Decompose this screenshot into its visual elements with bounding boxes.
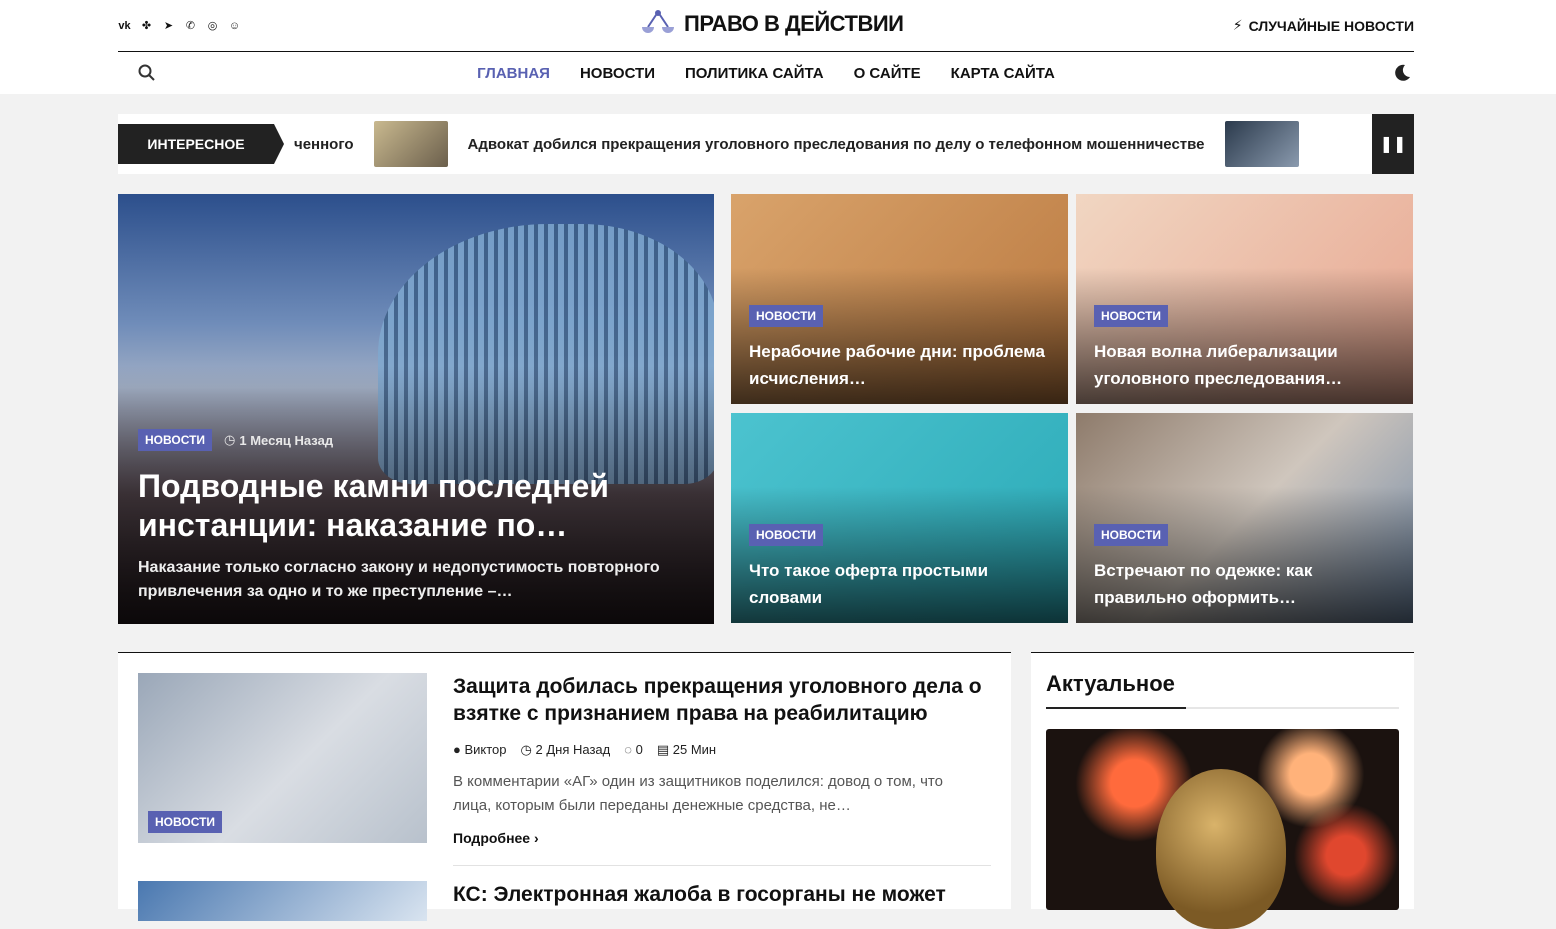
- widget-title: Актуальное: [1046, 671, 1175, 696]
- nav-row: ГЛАВНАЯ НОВОСТИ ПОЛИТИКА САЙТА О САЙТЕ К…: [118, 52, 1414, 94]
- post-title[interactable]: Защита добилась прекращения уголовного д…: [453, 673, 993, 727]
- sidebar-image[interactable]: [1046, 729, 1399, 929]
- ticker-thumbnail[interactable]: [1224, 121, 1299, 167]
- sidebar-widget: Актуальное: [1031, 652, 1414, 929]
- comment-icon: ◌: [624, 742, 632, 757]
- search-icon[interactable]: [138, 64, 156, 82]
- grid-post[interactable]: НОВОСТИ Что такое оферта простыми словам…: [731, 413, 1068, 623]
- lightning-icon: ⚡: [1232, 17, 1243, 33]
- random-news-link[interactable]: ⚡ СЛУЧАЙНЫЕ НОВОСТИ: [1233, 17, 1414, 34]
- hero-excerpt: Наказание только согласно закону и недоп…: [138, 559, 660, 600]
- nav-item-home[interactable]: ГЛАВНАЯ: [477, 65, 550, 82]
- chevron-right-icon: ›: [534, 830, 539, 846]
- scales-logo-icon: [642, 10, 674, 33]
- book-icon: ▤: [656, 742, 670, 757]
- messenger-icon[interactable]: ☺: [228, 20, 241, 32]
- nav-item-sitemap[interactable]: КАРТА САЙТА: [951, 65, 1055, 82]
- list-item: КС: Электронная жалоба в госорганы не мо…: [138, 881, 991, 921]
- post-time: 1 Месяц Назад: [239, 432, 334, 448]
- grid-post[interactable]: НОВОСТИ Новая волна либерализации уголов…: [1076, 194, 1413, 404]
- nav-item-about[interactable]: О САЙТЕ: [854, 65, 921, 82]
- vk-icon[interactable]: vk: [118, 20, 131, 32]
- main-nav: ГЛАВНАЯ НОВОСТИ ПОЛИТИКА САЙТА О САЙТЕ К…: [477, 65, 1055, 82]
- list-item: НОВОСТИ Защита добилась прекращения угол…: [138, 673, 991, 873]
- hero-meta: НОВОСТИ ◷ 1 Месяц Назад: [138, 429, 333, 451]
- post-thumbnail[interactable]: [138, 881, 427, 921]
- category-badge[interactable]: НОВОСТИ: [1094, 524, 1169, 546]
- divider: [453, 865, 991, 866]
- telegram-icon[interactable]: ➤: [162, 19, 175, 32]
- ticker-item[interactable]: ченного: [294, 136, 354, 153]
- post-excerpt: В комментарии «АГ» один из защитников по…: [453, 773, 943, 814]
- dark-mode-moon-icon[interactable]: [1392, 63, 1412, 83]
- category-badge[interactable]: НОВОСТИ: [148, 811, 223, 833]
- ticker-thumbnail[interactable]: [373, 121, 448, 167]
- clock-icon: ◷: [520, 742, 532, 757]
- author[interactable]: ● Виктор: [453, 742, 507, 758]
- random-news-label: СЛУЧАЙНЫЕ НОВОСТИ: [1248, 17, 1414, 34]
- grid-post[interactable]: НОВОСТИ Встречают по одежке: как правиль…: [1076, 413, 1413, 623]
- grid-post-title[interactable]: Нерабочие рабочие дни: проблема исчислен…: [749, 338, 1049, 392]
- category-badge[interactable]: НОВОСТИ: [1094, 305, 1169, 327]
- category-badge[interactable]: НОВОСТИ: [138, 429, 213, 451]
- hero-title[interactable]: Подводные камни последней инстанции: нак…: [138, 467, 698, 545]
- widget-underline: [1046, 707, 1399, 709]
- brand-row: vk ✤ ➤ ✆ ◎ ☺ ПРАВО В ДЕЙСТВИИ ⚡ СЛУЧАЙНЫ…: [118, 0, 1414, 52]
- grid-post-title[interactable]: Что такое оферта простыми словами: [749, 557, 1049, 611]
- viber-icon[interactable]: ✆: [184, 19, 197, 32]
- nav-item-policy[interactable]: ПОЛИТИКА САЙТА: [685, 65, 824, 82]
- whatsapp-icon[interactable]: ◎: [206, 19, 219, 32]
- grid-post-title[interactable]: Встречают по одежке: как правильно оформ…: [1094, 557, 1394, 611]
- social-links: vk ✤ ➤ ✆ ◎ ☺: [118, 19, 241, 33]
- read-time: ▤ 25 Мин: [656, 742, 717, 757]
- ticker-pause-button[interactable]: ❚❚: [1372, 114, 1414, 174]
- category-badge[interactable]: НОВОСТИ: [749, 305, 824, 327]
- ticker-item[interactable]: Адвокат добился прекращения уголовного п…: [468, 136, 1205, 153]
- ok-icon[interactable]: ✤: [140, 19, 153, 32]
- clock-icon: ◷: [224, 432, 236, 447]
- nav-item-news[interactable]: НОВОСТИ: [580, 65, 655, 82]
- site-header: vk ✤ ➤ ✆ ◎ ☺ ПРАВО В ДЕЙСТВИИ ⚡ СЛУЧАЙНЫ…: [0, 0, 1556, 94]
- grid-post-title[interactable]: Новая волна либерализации уголовного пре…: [1094, 338, 1394, 392]
- grid-post[interactable]: НОВОСТИ Нерабочие рабочие дни: проблема …: [731, 194, 1068, 404]
- news-ticker: ИНТЕРЕСНОЕ ченного Адвокат добился прекр…: [118, 114, 1414, 174]
- read-more-link[interactable]: Подробнее ›: [453, 830, 539, 846]
- post-list: НОВОСТИ Защита добилась прекращения угол…: [118, 652, 1011, 921]
- post-title[interactable]: КС: Электронная жалоба в госорганы не мо…: [453, 881, 993, 908]
- post-meta: ● Виктор ◷ 2 Дня Назад ◌ 0 ▤ 25 Мин: [453, 742, 716, 758]
- ticker-label: ИНТЕРЕСНОЕ: [118, 124, 284, 164]
- user-icon: ●: [453, 742, 461, 757]
- ticker-items: ченного Адвокат добился прекращения угол…: [294, 121, 1372, 167]
- category-badge[interactable]: НОВОСТИ: [749, 524, 824, 546]
- comments-count[interactable]: ◌ 0: [624, 742, 643, 758]
- logo-text: ПРАВО В ДЕЙСТВИИ: [684, 11, 904, 36]
- post-time: ◷ 2 Дня Назад: [520, 742, 611, 757]
- post-thumbnail[interactable]: НОВОСТИ: [138, 673, 427, 843]
- site-logo[interactable]: ПРАВО В ДЕЙСТВИИ: [640, 9, 904, 39]
- featured-post[interactable]: НОВОСТИ ◷ 1 Месяц Назад Подводные камни …: [118, 194, 714, 624]
